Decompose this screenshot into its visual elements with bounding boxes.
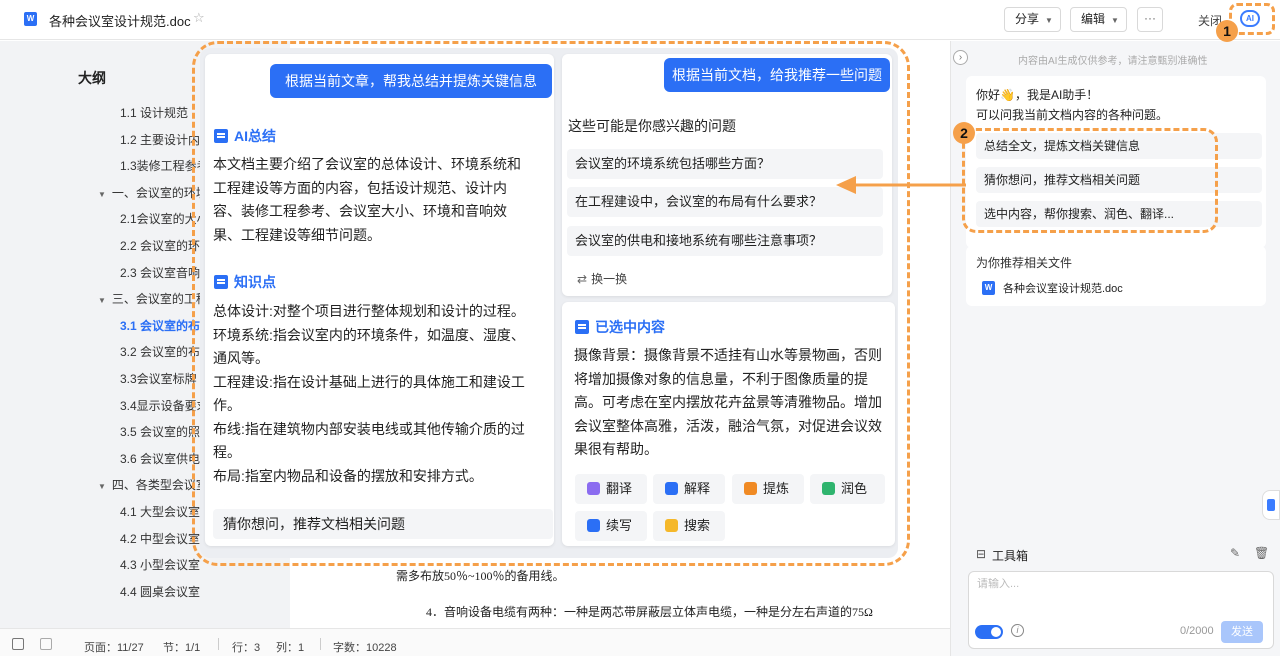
outline-item-label: 4.2 中型会议室 bbox=[120, 531, 201, 546]
send-button[interactable]: 发送 bbox=[1221, 621, 1263, 643]
row-count: 行：3 bbox=[232, 642, 261, 654]
outline-title: 大纲 bbox=[78, 70, 106, 86]
chevron-down-icon[interactable]: ▼ bbox=[98, 482, 106, 491]
outline-item-label: 4.1 大型会议室 bbox=[120, 505, 201, 519]
section-count: 节：1/1 bbox=[163, 642, 201, 654]
status-bar: 页面：11/27 节：1/1 行：3 列：1 字数：10228 bbox=[0, 628, 950, 656]
step-badge: 1 bbox=[1216, 20, 1238, 42]
chevron-down-icon: ▼ bbox=[1111, 16, 1119, 25]
outline-item[interactable]: 4.4 圆桌会议室 bbox=[120, 583, 210, 600]
trash-icon[interactable]: 🗑 bbox=[1254, 546, 1269, 560]
edit-icon[interactable]: ✎ bbox=[1230, 546, 1240, 560]
toggle-switch[interactable] bbox=[975, 625, 1003, 639]
divider bbox=[218, 638, 219, 650]
chevron-down-icon[interactable]: ▼ bbox=[98, 190, 106, 199]
divider bbox=[320, 638, 321, 650]
word-count: 字数：10228 bbox=[333, 642, 397, 654]
edit-label: 编辑 bbox=[1081, 12, 1106, 26]
word-doc-icon: W bbox=[24, 12, 37, 26]
star-icon[interactable]: ☆ bbox=[193, 10, 205, 26]
recommend-title: 为你推荐相关文件 bbox=[976, 256, 1073, 270]
word-doc-icon: W bbox=[982, 281, 995, 295]
recommend-file-link[interactable]: 各种会议室设计规范.doc bbox=[1003, 280, 1123, 296]
top-bar: W 各种会议室设计规范.doc ☆ 分享 ▼ 编辑 ▼ ··· 关闭 AI bbox=[0, 0, 1280, 40]
outline-item-label: 4.3 小型会议室 bbox=[120, 558, 201, 573]
char-count: 0/2000 bbox=[1180, 625, 1214, 637]
share-label: 分享 bbox=[1015, 12, 1040, 26]
doc-text-line: 需多布放50％~100％的备用线。 bbox=[396, 569, 565, 583]
chevron-right-icon[interactable]: › bbox=[953, 50, 968, 65]
callout-arrow-icon bbox=[836, 176, 966, 194]
chat-input[interactable] bbox=[977, 578, 1257, 590]
info-icon[interactable]: i bbox=[1011, 624, 1024, 637]
page-count: 页面：11/27 bbox=[84, 642, 144, 654]
doc-text-line: 4．音响设备电缆有两种：一种是两芯带屏蔽层立体声电缆，一种是分左右声道的75Ω bbox=[426, 605, 873, 619]
page-view-icon[interactable] bbox=[12, 638, 24, 650]
ai-disclaimer: 内容由AI生成仅供参考，请注意甄别准确性 bbox=[1018, 56, 1208, 67]
outline-item-label: 2.3 会议室音响 bbox=[120, 265, 201, 280]
outline-item-label: 3.3会议室标牌 bbox=[120, 372, 197, 386]
outline-item-label: 1.1 设计规范 bbox=[120, 106, 189, 120]
share-button[interactable]: 分享 ▼ bbox=[1004, 7, 1061, 32]
toolbox-icon: ⊟ bbox=[976, 547, 987, 561]
column-count: 列：1 bbox=[276, 642, 305, 654]
toolbox-label: 工具箱 bbox=[992, 549, 1029, 563]
outline-item[interactable]: 4.3 小型会议室 bbox=[120, 556, 210, 573]
edit-button[interactable]: 编辑 ▼ bbox=[1070, 7, 1127, 32]
highlight-frame bbox=[192, 41, 910, 566]
chevron-down-icon: ▼ bbox=[1045, 16, 1053, 25]
web-view-icon[interactable] bbox=[40, 638, 52, 650]
chevron-down-icon[interactable]: ▼ bbox=[98, 296, 106, 305]
outline-item-label: 3.6 会议室供电 bbox=[120, 451, 201, 466]
step-badge: 2 bbox=[953, 122, 975, 144]
greeting-subline: 可以问我当前文档内容的各种问题。 bbox=[976, 108, 1169, 122]
greeting-line: 你好👋，我是AI助手！ bbox=[976, 88, 1099, 102]
outline-item-label: 4.4 圆桌会议室 bbox=[120, 584, 201, 599]
highlight-frame bbox=[962, 128, 1218, 233]
floating-widget-icon[interactable] bbox=[1262, 490, 1280, 520]
more-button[interactable]: ··· bbox=[1137, 7, 1163, 32]
doc-title: 各种会议室设计规范.doc bbox=[49, 14, 191, 29]
